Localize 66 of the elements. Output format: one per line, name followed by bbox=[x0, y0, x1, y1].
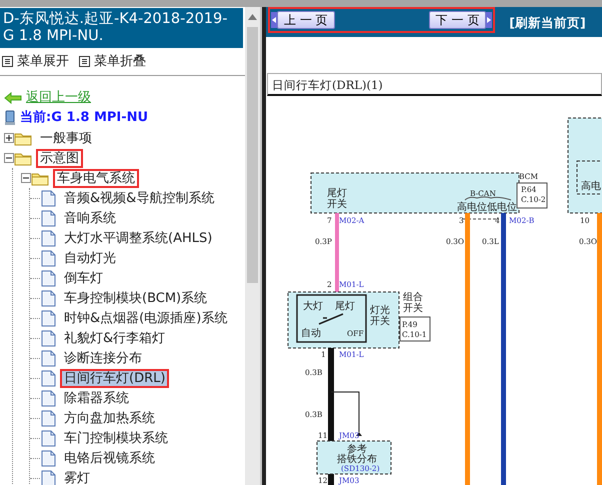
menu-icon[interactable] bbox=[79, 56, 90, 67]
diagram-label: 尾灯 bbox=[335, 301, 355, 312]
diagram-label: 高电位 bbox=[457, 202, 487, 213]
tree-item[interactable]: 示意图 bbox=[36, 148, 83, 168]
page-icon bbox=[40, 210, 56, 226]
page-icon bbox=[40, 290, 56, 306]
diagram-label: 开关 bbox=[403, 303, 423, 314]
computer-icon bbox=[4, 110, 16, 126]
tree-item[interactable]: 车门控制模块系统 bbox=[60, 428, 172, 448]
menu-icon[interactable] bbox=[2, 56, 13, 67]
expand-icon[interactable] bbox=[4, 133, 14, 143]
tree-item[interactable]: 音响系统 bbox=[60, 208, 120, 228]
diagram-label: 自动 bbox=[301, 328, 321, 339]
collapse-icon[interactable] bbox=[21, 173, 31, 183]
tree-item[interactable]: 音频&视频&导航控制系统 bbox=[60, 188, 218, 208]
refresh-link[interactable]: [刷新当前页] bbox=[509, 14, 586, 33]
page-icon bbox=[40, 330, 56, 346]
next-page-button[interactable]: 下 一 页 bbox=[428, 11, 486, 29]
tree-item[interactable]: 除霜器系统 bbox=[60, 388, 133, 408]
diagram-label: 开关 bbox=[370, 316, 390, 327]
page-icon bbox=[40, 190, 56, 206]
previous-page-button[interactable]: 上 一 页 bbox=[277, 11, 335, 29]
page-title: D-东风悦达.起亚-K4-2018-2019- G 1.8 MPI-NU. bbox=[0, 8, 243, 48]
diagram-label: 灯光 bbox=[370, 305, 390, 316]
tree-item[interactable]: 电铬后视镜系统 bbox=[60, 448, 159, 468]
page-icon bbox=[40, 410, 56, 426]
tree-item[interactable]: 雾灯 bbox=[60, 468, 94, 485]
page-icon bbox=[40, 390, 56, 406]
tree-item[interactable]: 方向盘加热系统 bbox=[60, 408, 159, 428]
tree-item[interactable]: 大灯水平调整系统(AHLS) bbox=[60, 228, 216, 248]
scroll-thumb[interactable] bbox=[247, 27, 258, 283]
page-icon bbox=[40, 230, 56, 246]
tree-item[interactable]: 车身电气系统 bbox=[53, 168, 139, 188]
scrollbar[interactable] bbox=[245, 7, 260, 485]
collapse-icon[interactable] bbox=[4, 153, 14, 163]
tree-item[interactable]: 诊断连接分布 bbox=[60, 348, 146, 368]
menu-link[interactable]: 菜单折叠 bbox=[94, 52, 146, 72]
tree-item[interactable]: 日间行车灯(DRL) bbox=[60, 368, 170, 388]
menu-link[interactable]: 菜单展开 bbox=[17, 52, 69, 72]
page-icon bbox=[40, 450, 56, 466]
back-arrow-icon[interactable] bbox=[4, 92, 22, 104]
page-icon bbox=[40, 250, 56, 266]
page-icon bbox=[40, 310, 56, 326]
page-icon bbox=[40, 470, 56, 485]
diagram-label: 开关 bbox=[327, 199, 347, 210]
tree-item[interactable]: 时钟&点烟器(电源插座)系统 bbox=[60, 308, 232, 328]
scroll-up-icon[interactable] bbox=[248, 14, 257, 20]
tree-item[interactable]: 自动灯光 bbox=[60, 248, 120, 268]
tree-item[interactable]: 一般事项 bbox=[36, 128, 96, 148]
current-location: 当前:G 1.8 MPI-NU bbox=[20, 109, 148, 128]
tree-item[interactable]: 礼貌灯&行李箱灯 bbox=[60, 328, 170, 348]
diagram-label: 搭铁分布 bbox=[337, 454, 377, 465]
page-icon bbox=[40, 350, 56, 366]
diagram-label: 高电 bbox=[581, 181, 601, 192]
page-icon bbox=[40, 270, 56, 286]
page-icon bbox=[40, 370, 56, 386]
page-icon bbox=[40, 430, 56, 446]
document-title: 日间行车灯(DRL)(1) bbox=[267, 73, 602, 96]
diagram-label: 参考 bbox=[347, 444, 367, 455]
diagram-label: 大灯 bbox=[303, 301, 323, 312]
tree-item[interactable]: 倒车灯 bbox=[60, 268, 107, 288]
diagram-label: 尾灯 bbox=[327, 188, 347, 199]
diagram-label: 低电位 bbox=[487, 202, 517, 213]
tree-item[interactable]: 车身控制模块(BCM)系统 bbox=[60, 288, 212, 308]
back-link[interactable]: 返回上一级 bbox=[26, 88, 91, 108]
diagram-label: 组合 bbox=[403, 292, 423, 303]
